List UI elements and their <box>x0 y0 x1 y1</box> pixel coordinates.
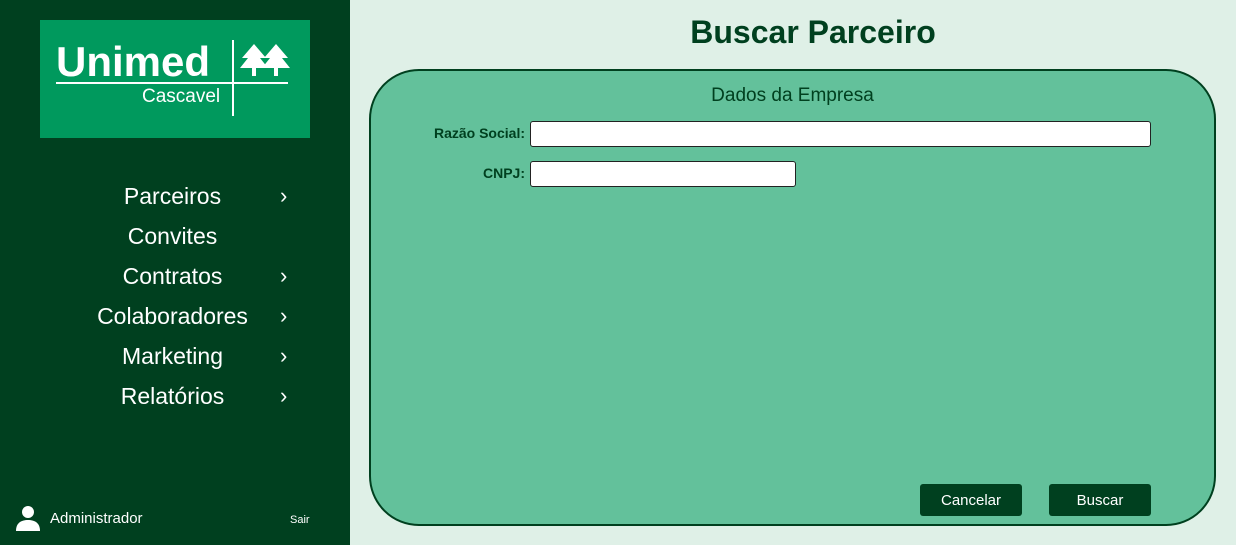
cancel-button[interactable]: Cancelar <box>920 484 1022 516</box>
brand-logo[interactable]: Unimed Cascavel <box>40 20 310 138</box>
nav-item-label: Relatórios <box>120 383 225 409</box>
brand-city: Cascavel <box>142 86 221 107</box>
tree-logo-icon <box>240 44 290 76</box>
logo-divider <box>232 40 234 116</box>
sidebar: Unimed Cascavel Parceiros › Convites Con… <box>0 0 350 545</box>
cnpj-label: CNPJ: <box>482 165 525 181</box>
logout-link[interactable]: Sair <box>290 514 310 526</box>
cnpj-input[interactable] <box>530 161 796 187</box>
chevron-right-icon: › <box>280 303 288 328</box>
nav-item-label: Colaboradores <box>97 303 248 329</box>
nav-item-parceiros[interactable]: Parceiros › <box>0 176 350 216</box>
chevron-right-icon: › <box>280 383 288 408</box>
user-area: Administrador Sair <box>14 504 334 534</box>
brand-name: Unimed <box>56 38 211 85</box>
logo-underline <box>56 82 288 84</box>
nav-item-contratos[interactable]: Contratos › <box>0 256 350 296</box>
razao-social-input[interactable] <box>530 121 1151 147</box>
chevron-right-icon: › <box>280 343 288 368</box>
chevron-right-icon: › <box>280 183 288 208</box>
section-title: Dados da Empresa <box>711 85 874 106</box>
nav-item-relatorios[interactable]: Relatórios › <box>0 376 350 416</box>
razao-social-label: Razão Social: <box>433 125 525 141</box>
user-name: Administrador <box>50 510 143 527</box>
nav-item-label: Convites <box>127 223 218 249</box>
nav-item-marketing[interactable]: Marketing › <box>0 336 350 376</box>
nav-item-colaboradores[interactable]: Colaboradores › <box>0 296 350 336</box>
search-button[interactable]: Buscar <box>1049 484 1151 516</box>
nav-item-label: Marketing <box>122 343 223 369</box>
nav-item-label: Parceiros <box>123 183 222 209</box>
nav-item-convites[interactable]: Convites <box>0 216 350 256</box>
chevron-right-icon: › <box>280 263 288 288</box>
page-title: Buscar Parceiro <box>690 14 936 50</box>
nav-item-label: Contratos <box>122 263 223 289</box>
main-nav: Parceiros › Convites Contratos › Colabor… <box>0 176 350 416</box>
user-icon <box>16 506 40 531</box>
search-form-card: Dados da Empresa Razão Social: CNPJ: Can… <box>369 69 1216 526</box>
